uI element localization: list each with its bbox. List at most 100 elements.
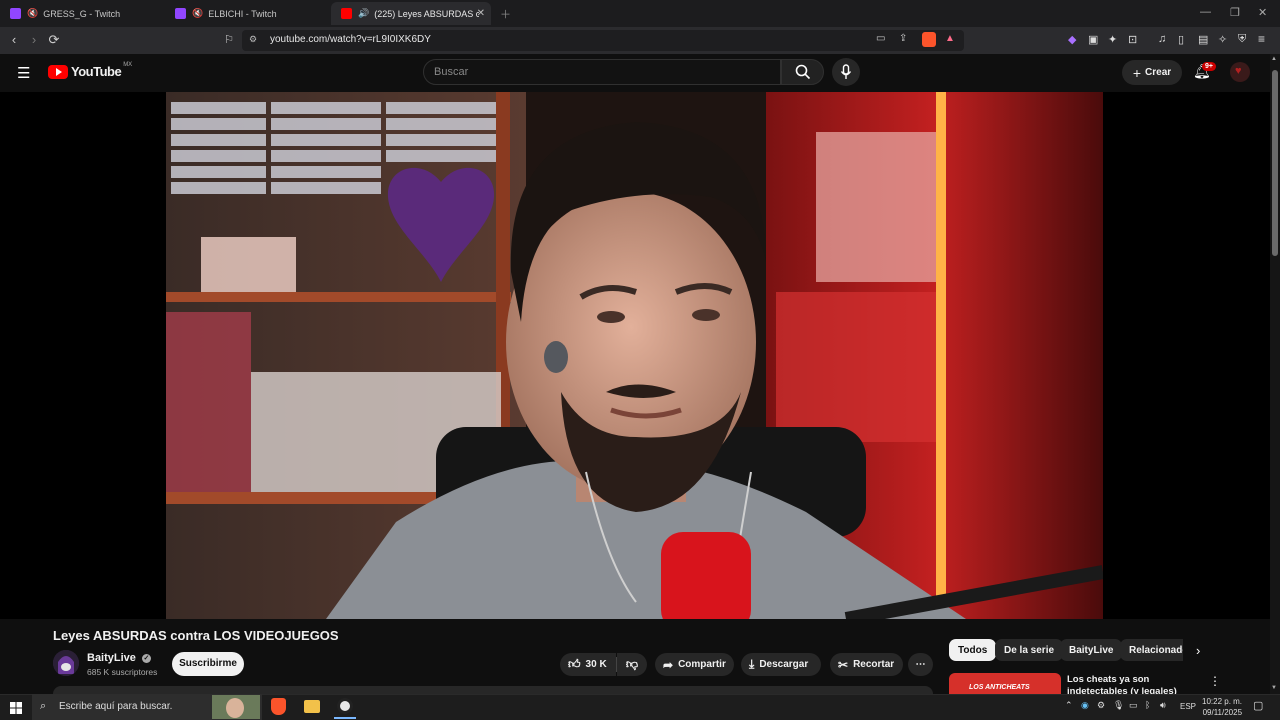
search-highlight-image[interactable] [212,695,260,719]
scroll-down-icon[interactable]: ▼ [1271,685,1277,691]
plus-icon: + [1132,64,1142,81]
search-input[interactable] [423,59,781,85]
chip-todos[interactable]: Todos [949,639,997,661]
clock-date: 09/11/2025 [1202,708,1243,717]
windows-start-icon[interactable] [10,701,22,714]
tray-overflow-icon[interactable]: ⌃ [1065,700,1073,711]
dislike-button[interactable]: 👎︎ [617,653,647,676]
like-count: 30 K [585,659,607,670]
region-code: MX [123,61,133,68]
music-icon[interactable]: ♫ [1158,33,1166,45]
new-tab-icon[interactable]: ＋ [500,6,511,22]
share-label: Compartir [678,659,726,670]
subscribe-button[interactable]: Suscribirme [172,652,244,676]
video-player[interactable] [166,92,1103,619]
chip-de-la-serie[interactable]: De la serie [995,639,1064,661]
search-button[interactable] [781,59,824,85]
reload-icon[interactable]: ⟳ [46,32,62,48]
notification-center-icon[interactable]: ▢ [1253,699,1263,712]
taskbar-search-placeholder: Escribe aquí para buscar. [59,701,173,712]
chip-baitylive[interactable]: BaityLive [1060,639,1123,661]
twitch-icon [10,8,21,19]
share-page-icon[interactable]: ⇪ [899,33,907,44]
channel-logo-icon [53,650,79,676]
cast-icon[interactable]: ▭ [876,33,885,44]
browser-tab-strip: 🔇 GRESS_G - Twitch 🔇 ELBICHI - Twitch 🔊 … [0,0,1280,27]
create-button[interactable]: + Crear [1122,60,1182,85]
hamburger-menu-icon[interactable]: ☰ [17,64,30,82]
taskbar-search-icon: ⌕ [40,700,47,712]
verified-badge-icon: ✓ [141,653,151,663]
leo-ai-icon[interactable]: ✧ [1218,33,1227,46]
account-avatar[interactable]: ♥ [1230,62,1250,82]
vpn-icon[interactable]: ⛨ [1238,33,1246,46]
extension-icon[interactable]: ▣ [1088,33,1098,46]
clip-label: Recortar [853,659,895,670]
description-box[interactable] [53,686,933,694]
chip-relacionado[interactable]: Relacionado [1120,639,1183,661]
sidebar-icon[interactable]: ▯ [1178,33,1184,46]
clock-time: 10:22 p. m. [1202,697,1243,706]
clip-button[interactable]: ✂ Recortar [830,653,903,676]
bluetooth-icon[interactable]: ᛒ [1145,700,1150,710]
thumbnail-text: LOS ANTICHEATS [969,684,1030,691]
brave-taskbar-icon[interactable] [271,698,286,715]
more-vertical-icon[interactable]: ⋮ [1209,674,1221,688]
youtube-icon [341,8,352,19]
youtube-play-icon [48,64,68,79]
share-button[interactable]: ➦ Compartir [655,653,734,676]
brave-rewards-icon[interactable]: ▲ [945,33,955,44]
recommendation-title[interactable]: Los cheats ya son indetectables (y legal… [1067,674,1207,694]
browser-tab-gress[interactable]: 🔇 GRESS_G - Twitch [0,2,165,25]
download-label: Descargar [759,659,809,670]
file-explorer-icon[interactable] [304,700,320,713]
close-tab-icon[interactable]: ✕ [477,8,485,19]
channel-avatar[interactable] [53,650,79,676]
url-text: youtube.com/watch?v=rL9I0IXK6DY [270,34,431,45]
share-arrow-icon: ➦ [663,657,674,672]
scrollbar-thumb[interactable] [1272,70,1278,256]
twitch-icon [175,8,186,19]
extension-icon[interactable]: ◆ [1068,33,1076,46]
voice-search-button[interactable] [832,58,860,86]
tray-app-icon[interactable]: ⚙ [1097,700,1105,711]
network-icon[interactable]: ▭ [1129,700,1138,711]
obs-taskbar-icon[interactable] [337,698,353,714]
muted-speaker-icon: 🔇 [27,8,39,18]
language-indicator[interactable]: ESP [1180,702,1196,711]
more-actions-button[interactable]: ⋯ [908,653,933,676]
brave-shields-icon[interactable] [922,32,936,47]
like-button[interactable]: 👍︎ 30 K [560,653,616,676]
browser-tab-youtube[interactable]: 🔊 (225) Leyes ABSURDAS contr... ✕ [331,2,491,25]
microphone-tray-icon[interactable]: 🎙︎ [1113,700,1124,711]
volume-icon[interactable]: 🔊︎ [1160,700,1166,711]
thumbs-down-icon: 👎︎ [625,657,639,671]
puzzle-icon[interactable]: ✦ [1108,33,1117,46]
minimize-icon[interactable]: — [1200,6,1211,18]
youtube-logo[interactable]: YouTube MX [48,61,133,79]
steam-tray-icon[interactable]: ◉ [1081,700,1089,711]
screenshot-icon[interactable]: ⊡ [1128,33,1137,46]
site-info-icon[interactable]: ⚙ [249,34,257,45]
subscriber-count: 685 K suscriptores [87,667,158,677]
forward-icon[interactable]: › [26,32,42,48]
create-label: Crear [1145,67,1172,78]
recommendation-thumbnail[interactable]: LOS ANTICHEATS [949,673,1061,694]
chevron-right-icon[interactable]: › [1196,643,1200,658]
thumbs-up-icon: 👍︎ [568,657,581,671]
video-frame [166,92,1103,619]
youtube-wordmark: YouTube [71,64,122,79]
back-icon[interactable]: ‹ [6,32,22,48]
tab-label: GRESS_G - Twitch [43,8,121,19]
channel-name[interactable]: BaityLive ✓ [87,652,151,664]
tab-label: (225) Leyes ABSURDAS contr... [374,8,480,19]
clock[interactable]: 10:22 p. m. 09/11/2025 [1202,696,1242,718]
download-button[interactable]: ⤓ Descargar [741,653,821,676]
bookmark-icon[interactable]: ⚐ [221,32,237,48]
maximize-icon[interactable]: ❐ [1230,6,1240,19]
scroll-up-icon[interactable]: ▲ [1271,56,1277,62]
browser-tab-elbichi[interactable]: 🔇 ELBICHI - Twitch [165,2,330,25]
wallet-icon[interactable]: ▤ [1198,33,1208,46]
window-close-icon[interactable]: ✕ [1258,6,1267,19]
menu-icon[interactable]: ≡ [1258,32,1265,46]
